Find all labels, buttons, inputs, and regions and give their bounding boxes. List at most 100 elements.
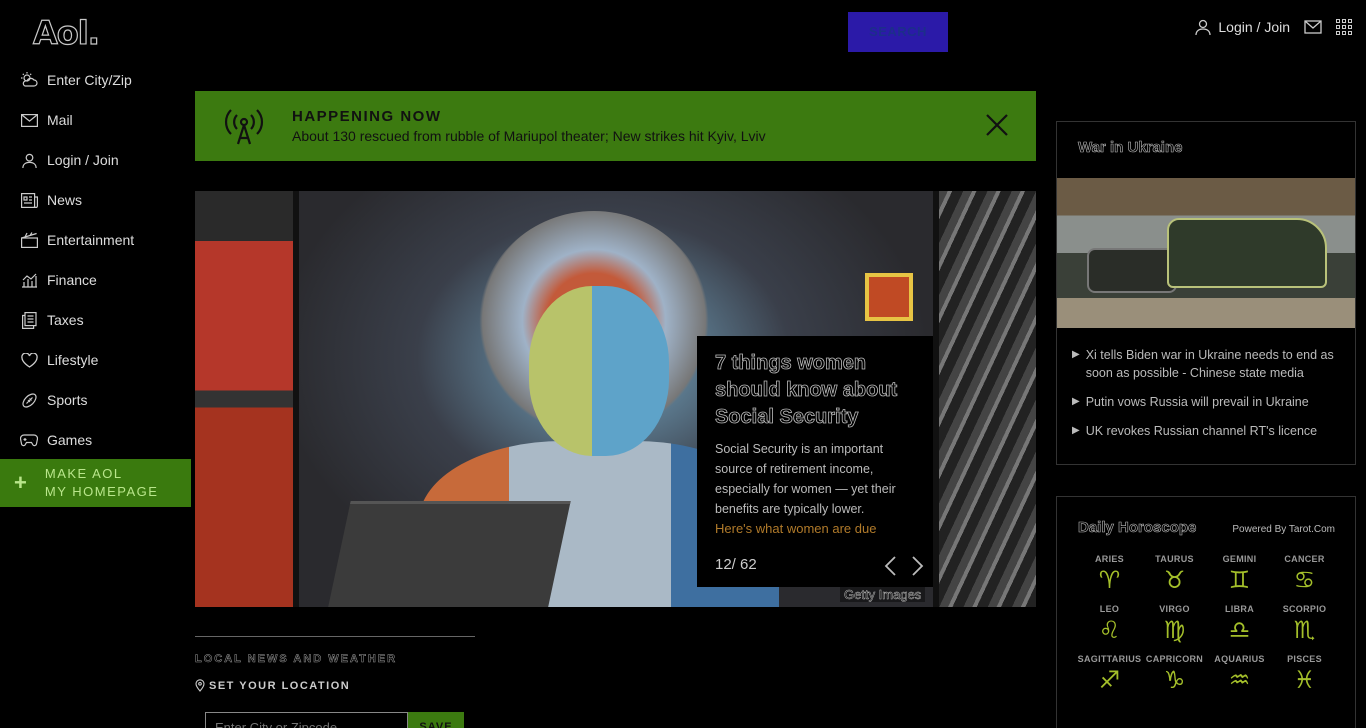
sidebar-item-login[interactable]: Login / Join: [0, 140, 191, 180]
zodiac-sign-libra[interactable]: LIBRA ♎: [1207, 604, 1272, 646]
sidebar-item-label: Entertainment: [47, 232, 135, 248]
heart-icon: [20, 351, 38, 369]
sidebar-item-lifestyle[interactable]: Lifestyle: [0, 340, 191, 380]
city-zip-input[interactable]: [205, 712, 408, 728]
list-item[interactable]: ▶ Xi tells Biden war in Ukraine needs to …: [1072, 346, 1341, 382]
aries-icon: ♈: [1098, 566, 1121, 594]
zodiac-sign-taurus[interactable]: TAURUS ♉: [1142, 554, 1207, 596]
horoscope-powered-by[interactable]: Powered By Tarot.Com: [1232, 524, 1335, 535]
taurus-icon: ♉: [1163, 566, 1186, 594]
slide-headline[interactable]: 7 things women should know about Social …: [715, 350, 915, 431]
mail-icon: [20, 111, 38, 129]
football-icon: [20, 391, 38, 409]
sidebar-item-label: Sports: [47, 392, 88, 408]
make-homepage-label: MAKE AOL MY HOMEPAGE: [44, 466, 159, 499]
featured-carousel: 7 things women should know about Social …: [195, 191, 1036, 607]
set-location-label: SET YOUR LOCATION: [195, 679, 475, 692]
make-homepage-button[interactable]: + MAKE AOL MY HOMEPAGE: [0, 459, 191, 507]
local-news-section: LOCAL NEWS AND WEATHER SET YOUR LOCATION…: [195, 636, 475, 728]
clapper-icon: [20, 231, 38, 249]
pisces-icon: ♓: [1293, 666, 1316, 694]
search-input[interactable]: [298, 12, 846, 52]
sidebar-item-games[interactable]: Games: [0, 420, 191, 460]
slide-more-link[interactable]: Here's what women are due: [715, 521, 915, 536]
mail-icon[interactable]: [1304, 20, 1322, 34]
top-right-controls: Login / Join: [1194, 18, 1352, 36]
image-detail: [1167, 218, 1327, 288]
war-in-ukraine-panel: War in Ukraine ▶ Xi tells Biden war in Uk…: [1056, 121, 1356, 465]
gemini-icon: ♊: [1228, 566, 1251, 594]
image-detail: [327, 501, 571, 607]
location-pin-icon: [195, 679, 205, 692]
image-detail: [865, 273, 913, 321]
previous-slide-image[interactable]: [195, 191, 293, 607]
aol-logo[interactable]: Aol.: [32, 13, 100, 52]
save-location-button[interactable]: SAVE: [408, 712, 464, 728]
zodiac-sign-virgo[interactable]: VIRGO ♍: [1142, 604, 1207, 646]
sidebar-item-label: Finance: [47, 272, 97, 288]
sidebar-item-weather[interactable]: Enter City/Zip: [0, 60, 191, 100]
sidebar-item-label: Lifestyle: [47, 352, 99, 368]
happening-now-headline[interactable]: About 130 rescued from rubble of Mariupo…: [292, 128, 766, 144]
sidebar-item-mail[interactable]: Mail: [0, 100, 191, 140]
slide-counter: 12/ 62: [715, 556, 757, 573]
happening-now-title: HAPPENING NOW: [292, 108, 442, 125]
sidebar-item-label: Taxes: [47, 312, 84, 328]
local-news-title: LOCAL NEWS AND WEATHER: [195, 653, 398, 666]
triangle-bullet-icon: ▶: [1072, 425, 1080, 436]
aquarius-icon: ♒: [1228, 666, 1251, 694]
ukraine-panel-title[interactable]: War in Ukraine: [1057, 122, 1355, 178]
zodiac-sign-aquarius[interactable]: AQUARIUS ♒: [1207, 654, 1272, 696]
sidebar-item-news[interactable]: News: [0, 180, 191, 220]
zodiac-sign-leo[interactable]: LEO ♌: [1077, 604, 1142, 646]
close-icon[interactable]: [984, 112, 1010, 138]
cancer-icon: ♋: [1293, 566, 1316, 594]
sidebar-item-label: Mail: [47, 112, 73, 128]
zodiac-sign-gemini[interactable]: GEMINI ♊: [1207, 554, 1272, 596]
search-button[interactable]: SEARCH: [848, 12, 948, 52]
zodiac-sign-capricorn[interactable]: CAPRICORN ♑: [1142, 654, 1207, 696]
slide-caption-card: 7 things women should know about Social …: [697, 336, 933, 587]
zodiac-sign-cancer[interactable]: CANCER ♋: [1272, 554, 1337, 596]
zodiac-sign-scorpio[interactable]: SCORPIO ♏: [1272, 604, 1337, 646]
sidebar-item-taxes[interactable]: Taxes: [0, 300, 191, 340]
sagittarius-icon: ♐: [1098, 666, 1121, 694]
ukraine-panel-image[interactable]: [1057, 178, 1355, 328]
zodiac-sign-sagittarius[interactable]: SAGITTARIUS ♐: [1077, 654, 1142, 696]
leo-icon: ♌: [1098, 616, 1121, 644]
sidebar-item-entertainment[interactable]: Entertainment: [0, 220, 191, 260]
sidebar-item-label: Login / Join: [47, 152, 119, 168]
zodiac-sign-aries[interactable]: ARIES ♈: [1077, 554, 1142, 596]
scorpio-icon: ♏: [1293, 616, 1316, 644]
gamepad-icon: [20, 431, 38, 449]
login-join-label: Login / Join: [1218, 19, 1290, 35]
apps-grid-icon[interactable]: [1336, 19, 1352, 35]
login-join-link[interactable]: Login / Join: [1194, 18, 1290, 36]
sidebar-item-finance[interactable]: Finance: [0, 260, 191, 300]
zodiac-sign-pisces[interactable]: PISCES ♓: [1272, 654, 1337, 696]
triangle-bullet-icon: ▶: [1072, 396, 1080, 407]
plus-icon: +: [14, 470, 27, 495]
broadcast-icon: [218, 106, 270, 146]
list-item[interactable]: ▶ UK revokes Russian channel RT's licence: [1072, 422, 1341, 440]
slide-description: Social Security is an important source o…: [715, 442, 896, 516]
image-credit: Getty Images: [840, 587, 926, 602]
triangle-bullet-icon: ▶: [1072, 349, 1080, 360]
document-icon: [20, 311, 38, 329]
image-detail: [529, 286, 669, 456]
next-slide-image[interactable]: [939, 191, 1036, 607]
chevron-left-icon[interactable]: [883, 555, 897, 577]
happening-now-banner[interactable]: HAPPENING NOW About 130 rescued from rub…: [195, 91, 1036, 161]
user-icon: [1194, 18, 1212, 36]
image-detail: [1087, 248, 1177, 293]
sidebar-nav: Enter City/Zip Mail Login / Join News En…: [0, 60, 191, 460]
list-item[interactable]: ▶ Putin vows Russia will prevail in Ukrai…: [1072, 393, 1341, 411]
chevron-right-icon[interactable]: [911, 555, 925, 577]
daily-horoscope-panel: Daily Horoscope Powered By Tarot.Com ARI…: [1056, 496, 1356, 728]
sidebar-item-label: News: [47, 192, 83, 208]
horoscope-title: Daily Horoscope: [1078, 519, 1197, 537]
sidebar-item-label: Enter City/Zip: [47, 72, 132, 88]
weather-icon: [20, 71, 38, 89]
virgo-icon: ♍: [1163, 616, 1186, 644]
sidebar-item-sports[interactable]: Sports: [0, 380, 191, 420]
